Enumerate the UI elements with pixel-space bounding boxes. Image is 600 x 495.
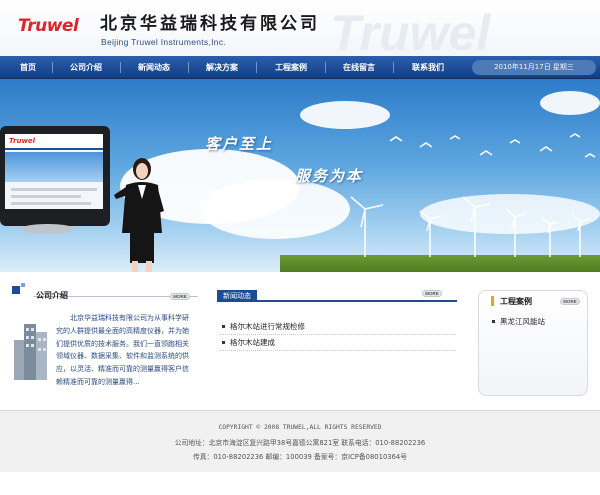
nav-separator — [52, 62, 53, 73]
screen-line — [11, 202, 91, 205]
monitor-screen: Truwel — [5, 134, 103, 209]
nav-home[interactable]: 首页 — [8, 56, 48, 79]
hero-banner: 客户至上 服务为本 Truwel — [0, 79, 600, 272]
news-header: 新闻动态 — [217, 290, 457, 302]
cases-section — [478, 290, 588, 396]
cloud — [300, 101, 390, 129]
bullet-icon — [492, 320, 495, 323]
nav-separator — [120, 62, 121, 73]
news-more-button[interactable]: MORE — [422, 290, 442, 297]
buildings-image — [14, 324, 47, 380]
date-display: 2010年11月17日 星期三 — [472, 60, 596, 75]
nav-separator — [188, 62, 189, 73]
monitor-stand — [20, 224, 75, 234]
news-item[interactable]: 格尔木站建成 — [220, 335, 456, 351]
screen-line — [11, 188, 97, 191]
bullet-icon — [222, 341, 225, 344]
site-footer: COPYRIGHT © 2008 TRUWEL,ALL RIGHTS RESER… — [0, 410, 600, 472]
news-item-label: 格尔木站进行常规检修 — [230, 322, 305, 331]
slogan-service-based: 服务为本 — [295, 167, 364, 185]
nav-about[interactable]: 公司介绍 — [60, 56, 112, 79]
nav-contact[interactable]: 联系我们 — [402, 56, 454, 79]
site-header: Truwel Truwel 北京华益瑞科技有限公司 Beijing Truwel… — [0, 0, 600, 61]
monitor-graphic: Truwel — [0, 126, 110, 226]
bottom-strip — [0, 472, 600, 495]
about-title: 公司介绍 — [36, 291, 68, 300]
screen-image — [5, 152, 103, 182]
nav-guestbook[interactable]: 在线留言 — [333, 56, 385, 79]
cases-more-button[interactable]: MORE — [560, 298, 580, 305]
slogan-customer-first: 客户至上 — [205, 135, 274, 153]
about-text: 北京华益瑞科技有限公司为从事科学研究的人群提供最全面的高精度仪器，并为她们提供优… — [56, 314, 189, 386]
case-item-label: 黑龙江风能站 — [500, 317, 545, 326]
section-marker-icon — [21, 283, 25, 287]
about-more-button[interactable]: MORE — [170, 293, 190, 300]
nav-separator — [325, 62, 326, 73]
footer-address: 公司地址：北京市海淀区复兴路甲38号嘉德公寓821室 联系电话：010-8820… — [174, 439, 426, 447]
cloud — [540, 91, 600, 115]
wind-turbines-graphic — [350, 196, 591, 257]
nav-news[interactable]: 新闻动态 — [128, 56, 180, 79]
main-nav: 首页 公司介绍 新闻动态 解决方案 工程案例 在线留言 联系我们 2010年11… — [0, 56, 600, 79]
footer-contact: 传真：010-88202236 邮编：100039 备案号：京ICP备08010… — [192, 453, 408, 461]
businesswoman-graphic — [114, 158, 164, 272]
nav-separator — [393, 62, 394, 73]
screen-header: Truwel — [5, 134, 103, 150]
screen-logo: Truwel — [9, 137, 36, 145]
nav-solutions[interactable]: 解决方案 — [196, 56, 248, 79]
company-name-en: Beijing Truwel Instruments,Inc. — [101, 37, 227, 47]
site-logo[interactable]: Truwel — [18, 16, 79, 36]
news-item-label: 格尔木站建成 — [230, 338, 275, 347]
bullet-icon — [222, 325, 225, 328]
screen-line — [11, 195, 81, 198]
header-watermark: Truwel — [330, 5, 491, 61]
cloud — [200, 179, 350, 239]
nav-cases[interactable]: 工程案例 — [265, 56, 317, 79]
nav-separator — [256, 62, 257, 73]
case-item[interactable]: 黑龙江风能站 — [490, 316, 545, 327]
news-item[interactable]: 格尔木站进行常规检修 — [220, 319, 456, 335]
company-name-cn: 北京华益瑞科技有限公司 — [100, 14, 320, 34]
section-marker-icon — [12, 286, 20, 294]
birds-graphic — [389, 133, 596, 158]
cases-title: 工程案例 — [500, 297, 532, 306]
cases-marker-icon — [491, 296, 494, 306]
footer-copyright: COPYRIGHT © 2008 TRUWEL,ALL RIGHTS RESER… — [218, 424, 382, 431]
news-title: 新闻动态 — [217, 290, 257, 302]
